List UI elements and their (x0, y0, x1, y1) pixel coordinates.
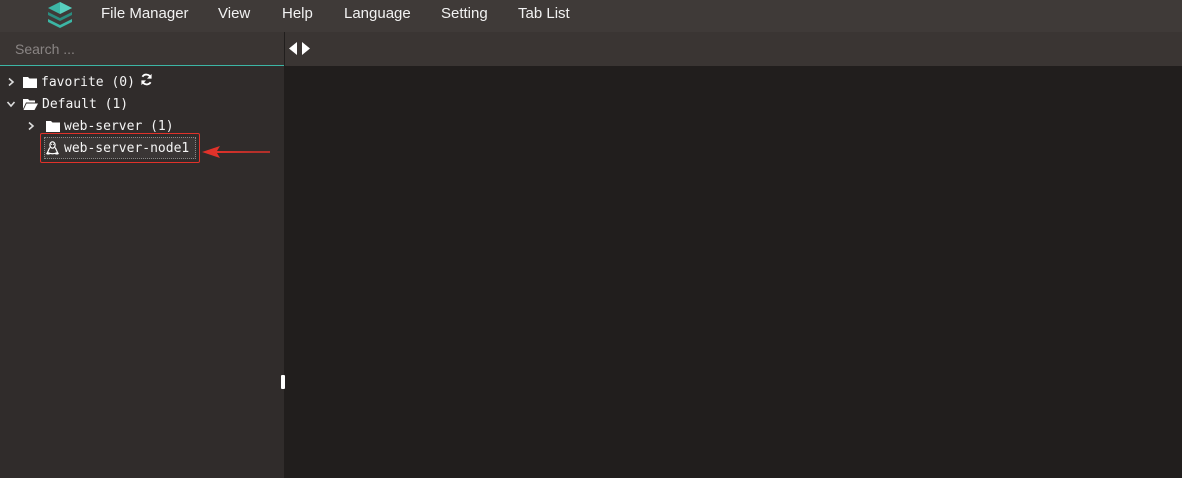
folder-open-icon (23, 99, 38, 110)
tree-node-default[interactable]: Default (1) (6, 93, 128, 115)
caret-left-icon[interactable] (289, 42, 298, 55)
folder-icon (23, 77, 37, 88)
tree-node-favorite[interactable]: favorite (0) (6, 71, 153, 93)
tree-label-favorite: favorite (0) (41, 74, 135, 90)
search-input[interactable] (0, 32, 284, 65)
chevron-right-icon[interactable] (6, 77, 16, 87)
search-box (0, 32, 284, 66)
menu-language[interactable]: Language (344, 0, 411, 28)
folder-icon (46, 121, 60, 132)
tree-label-web-server-node1: web-server-node1 (64, 140, 190, 156)
linux-tux-icon (46, 141, 59, 155)
menu-setting[interactable]: Setting (441, 0, 488, 28)
refresh-icon[interactable] (140, 73, 153, 86)
tree-node-web-server-node1[interactable]: web-server-node1 (46, 137, 189, 159)
tab-bar (285, 32, 1182, 66)
menu-view[interactable]: View (218, 0, 250, 28)
app-logo-icon[interactable] (46, 0, 74, 30)
tree-label-web-server: web-server (1) (64, 118, 174, 134)
chevron-down-icon[interactable] (6, 99, 16, 109)
chevron-right-icon[interactable] (26, 121, 36, 131)
tree-label-default: Default (1) (42, 96, 129, 112)
main-content-area (285, 66, 1182, 478)
menu-help[interactable]: Help (282, 0, 313, 28)
menu-file-manager[interactable]: File Manager (101, 0, 189, 28)
tab-scroll-controls (289, 42, 313, 56)
caret-right-icon[interactable] (301, 42, 310, 55)
menu-tab-list[interactable]: Tab List (518, 0, 570, 28)
menu-bar: File Manager View Help Language Setting … (0, 0, 1182, 32)
annotation-arrow (202, 146, 270, 158)
